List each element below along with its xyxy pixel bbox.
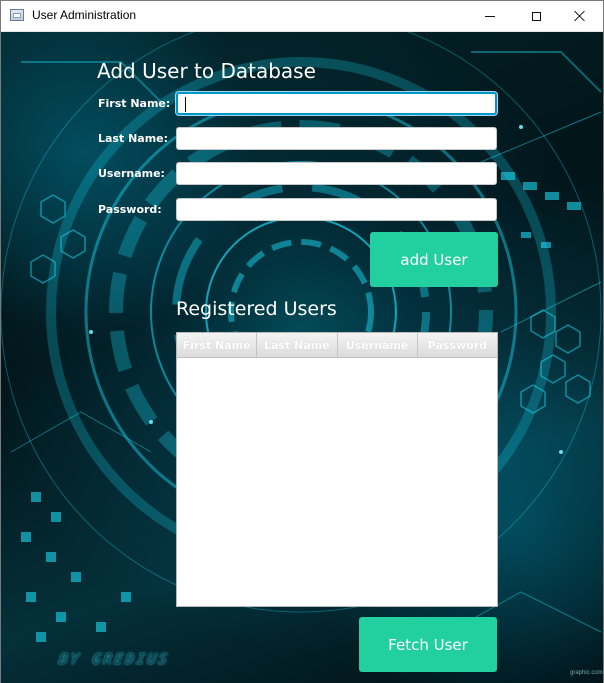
app-window: User Administration Add User to Database… [0,0,604,683]
maximize-button[interactable] [513,1,559,31]
column-header-last-name[interactable]: Last Name [257,333,338,357]
first-name-input[interactable] [176,92,497,115]
fetch-user-button[interactable]: Fetch User [359,617,497,672]
table-body[interactable] [177,358,497,606]
password-input[interactable] [176,198,497,221]
window-title: User Administration [32,8,137,22]
add-user-button[interactable]: add User [370,232,498,287]
registered-users-heading: Registered Users [176,298,337,320]
last-name-label: Last Name: [98,132,169,145]
column-header-first-name[interactable]: First Name [177,333,258,357]
users-table[interactable]: First Name Last Name Username Password [176,332,498,607]
close-button[interactable] [557,1,603,31]
text-caret [185,97,186,112]
background-watermark: graphic.com [570,670,603,676]
minimize-button[interactable] [467,1,513,31]
table-header: First Name Last Name Username Password [177,333,497,358]
minimize-icon [485,15,495,17]
column-header-password[interactable]: Password [418,333,497,357]
username-label: Username: [98,167,165,180]
title-bar[interactable]: User Administration [1,1,603,32]
content-area: Add User to Database First Name: Last Na… [1,32,603,683]
password-label: Password: [98,203,162,216]
add-user-heading: Add User to Database [97,59,316,83]
column-header-username[interactable]: Username [338,333,418,357]
username-input[interactable] [176,162,497,185]
last-name-input[interactable] [176,127,497,150]
close-icon [574,10,586,22]
first-name-label: First Name: [98,97,171,110]
maximize-icon [531,11,541,21]
author-signature: BY GREDIUS [57,650,171,668]
window-icon [10,9,24,21]
